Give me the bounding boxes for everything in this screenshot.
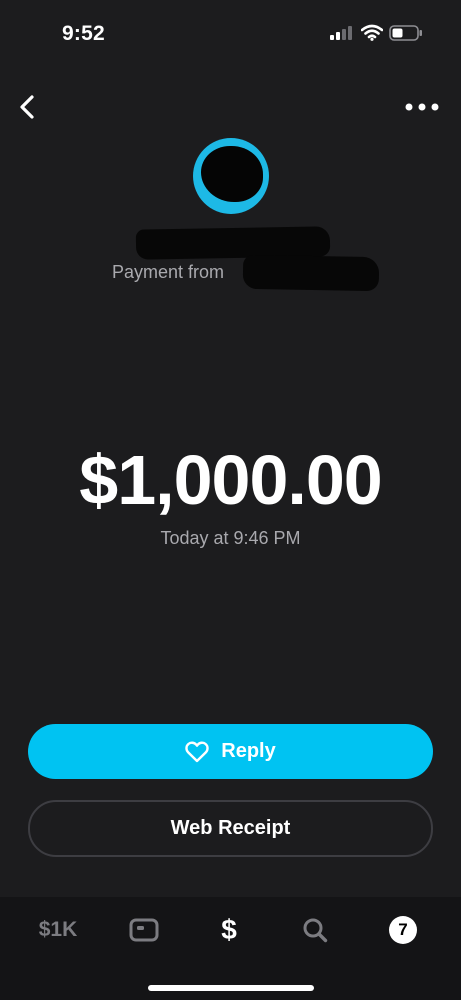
card-icon [129,918,159,942]
home-indicator[interactable] [148,985,314,991]
status-time: 9:52 [62,22,105,45]
activity-badge: 7 [389,916,417,944]
web-receipt-button-label: Web Receipt [170,817,291,839]
heart-outline-icon [185,741,209,762]
tab-activity[interactable]: 7 [388,915,418,945]
payment-detail-screen: 9:52 Payment from $1,000.00 Today at 9:4… [0,0,461,1000]
reply-button-label: Reply [221,740,276,762]
status-bar: 9:52 [0,0,461,68]
payment-from-label: Payment from [112,262,225,282]
tab-balance[interactable]: $1K [30,915,86,945]
payment-timestamp: Today at 9:46 PM [160,528,301,548]
search-icon [303,918,328,943]
tab-search[interactable] [300,915,330,945]
payment-amount: $1,000.00 [79,441,382,519]
reply-button[interactable]: Reply [28,724,433,779]
cellular-signal-icon [330,26,352,40]
tab-card[interactable] [128,915,160,945]
wifi-icon [361,24,383,41]
chevron-left-icon[interactable] [16,94,38,120]
battery-icon [389,25,422,41]
web-receipt-button[interactable]: Web Receipt [28,800,433,857]
redacted-sender-handle [242,254,380,292]
avatar [193,138,269,214]
more-horizontal-icon[interactable] [404,97,440,117]
redacted-sender-name [135,226,331,260]
avatar-redacted-image [201,146,263,202]
tab-money[interactable]: $ [214,914,244,945]
